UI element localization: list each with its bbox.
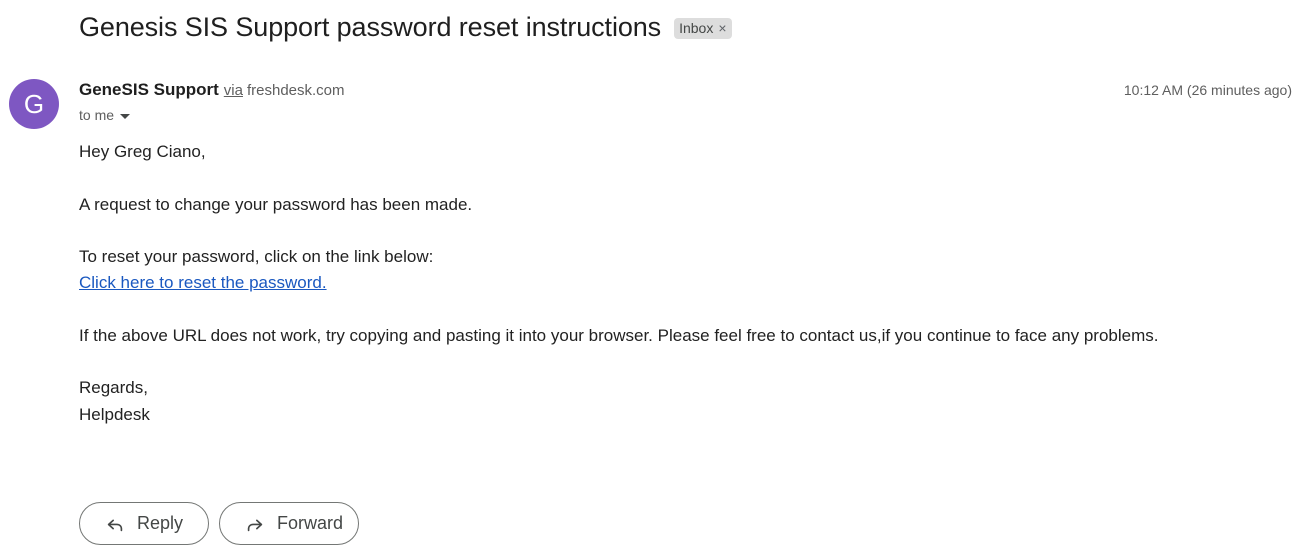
sender-row: GeneSIS Support via freshdesk.com [79,80,345,100]
reply-arrow-icon [107,519,123,531]
email-line-request: A request to change your password has be… [79,195,473,214]
sender-name[interactable]: GeneSIS Support [79,80,219,100]
email-subject: Genesis SIS Support password reset instr… [79,11,662,42]
email-line-instructions: To reset your password, click on the lin… [79,247,434,266]
subject-row: Genesis SIS Support password reset instr… [79,8,732,46]
forward-label: Forward [277,513,344,533]
recipient-text: to me [79,107,115,123]
reset-password-link[interactable]: Click here to reset the password. [79,273,327,292]
forward-button[interactable]: Forward [219,502,359,545]
chevron-down-icon[interactable] [120,113,131,119]
sender-avatar[interactable]: G [9,79,59,129]
reply-label: Reply [137,513,184,533]
sender-via-link[interactable]: via [224,82,243,99]
sender-domain: freshdesk.com [246,82,345,99]
email-regards: Regards, [79,378,148,397]
forward-arrow-icon [247,519,263,531]
email-signature: Helpdesk [79,405,150,424]
reply-button[interactable]: Reply [79,502,209,545]
remove-label-icon[interactable]: × [718,20,726,36]
inbox-label-chip[interactable]: Inbox × [674,17,732,39]
email-line-help: If the above URL does not work, try copy… [79,326,1159,345]
email-timestamp: 10:12 AM (26 minutes ago) [1123,82,1292,98]
email-greeting: Hey Greg Ciano, [79,142,206,161]
avatar-letter: G [23,88,45,119]
inbox-label-text: Inbox [679,19,714,36]
recipient-details-toggle[interactable]: to me [79,107,131,123]
